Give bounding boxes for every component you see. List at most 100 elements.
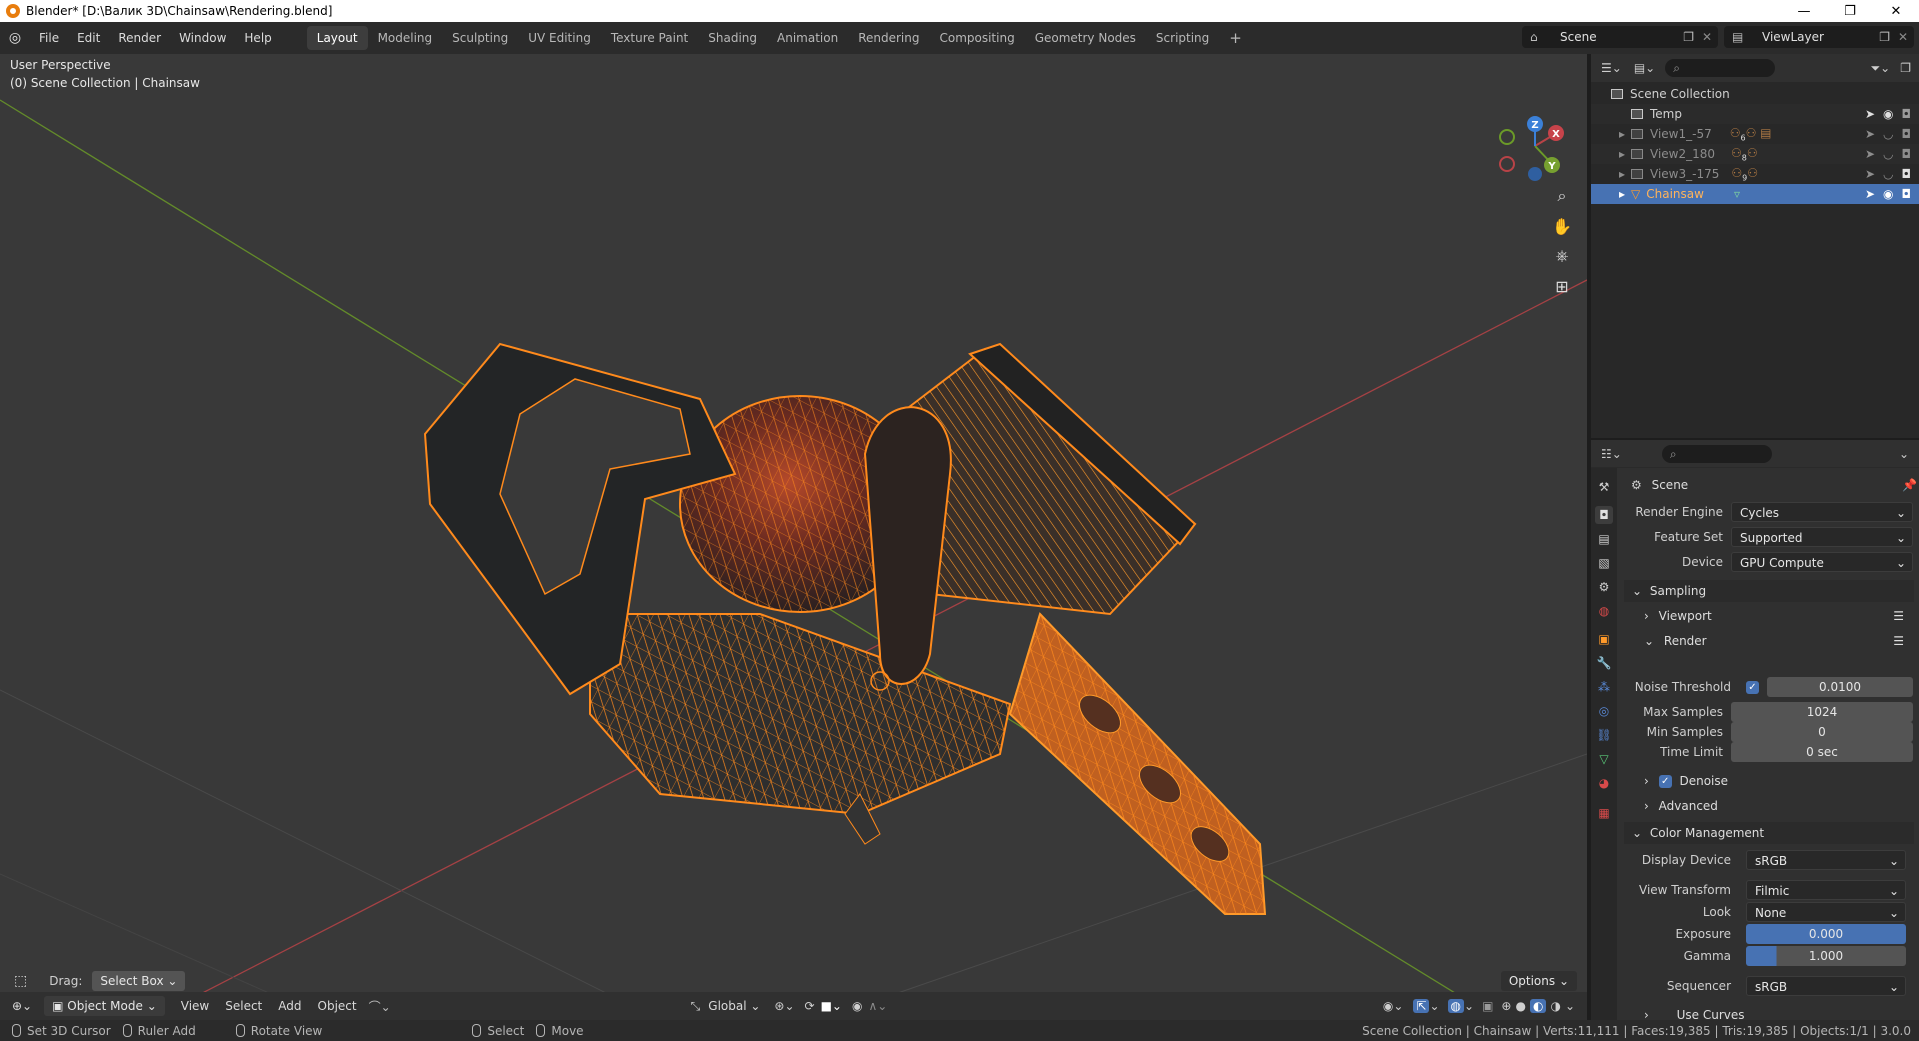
eye-closed-icon[interactable]: ◡ [1883,127,1893,141]
tab-uv-editing[interactable]: UV Editing [518,26,601,50]
gizmo-menu-icon[interactable]: ⌄ [1429,999,1439,1013]
rendered-shading-icon[interactable]: ◑ [1550,999,1560,1013]
tab-sculpting[interactable]: Sculpting [442,26,518,50]
menu-file[interactable]: File [30,26,68,50]
time-limit-field[interactable]: 0 sec [1731,742,1913,762]
expand-arrow-icon[interactable]: ▸ [1619,187,1631,201]
orthographic-grid-icon[interactable]: ⊞ [1548,272,1576,300]
camera-icon[interactable]: ◘ [1902,187,1912,201]
pin-icon[interactable]: 📌 [1902,474,1917,496]
camera-icon[interactable]: ◘ [1902,107,1912,121]
outliner-row-view1[interactable]: ▸ View1_-57 ⚇6⚇ ▤ ➤ ◡ ◘ [1591,124,1919,144]
object-tab-icon[interactable]: ▣ [1595,630,1613,648]
chainsaw-mesh[interactable] [423,342,1267,915]
tab-layout[interactable]: Layout [306,26,368,50]
options-dropdown[interactable]: Options ⌄ [1500,971,1577,991]
selectable-icon[interactable]: ➤ [1865,107,1875,121]
editor-type-icon[interactable]: ⊕⌄ [12,999,32,1013]
add-workspace-button[interactable]: + [1219,26,1252,50]
pan-hand-icon[interactable]: ✋ [1548,212,1576,240]
data-tab-icon[interactable]: ▽ [1595,750,1613,768]
display-device-dropdown[interactable]: sRGB ⌄ [1746,850,1906,870]
camera-icon[interactable]: ◘ [1902,167,1912,181]
sampling-panel-header[interactable]: ⌄ Sampling [1624,580,1914,602]
denoise-checkbox[interactable]: ✓ [1658,775,1672,788]
overlays-menu-icon[interactable]: ⌄ [1464,999,1474,1013]
properties-editor-icon[interactable]: ☷⌄ [1601,447,1622,461]
filter-icon[interactable]: ⏷⌄ [1871,61,1891,76]
min-samples-field[interactable]: 0 [1731,722,1913,742]
menu-view[interactable]: View [173,996,217,1016]
eye-closed-icon[interactable]: ◡ [1883,147,1893,161]
sequencer-dropdown[interactable]: sRGB ⌄ [1746,976,1906,996]
material-shading-icon[interactable]: ◐ [1529,999,1547,1013]
selectable-icon[interactable]: ➤ [1865,187,1875,201]
minimize-button[interactable]: — [1781,4,1827,19]
new-collection-icon[interactable]: ❐ [1900,61,1911,75]
outliner-row-scene-collection[interactable]: Scene Collection [1591,84,1919,104]
wireframe-shading-icon[interactable]: ⊕ [1501,999,1511,1013]
tab-geometry-nodes[interactable]: Geometry Nodes [1025,26,1146,50]
scene-selector[interactable]: ⌂ Scene ❐ ✕ [1522,26,1718,48]
modifier-tab-icon[interactable]: 🔧 [1595,654,1613,672]
3d-viewport[interactable]: X Y Z User Perspective (0) Scene Collect… [0,54,1587,1020]
texture-tab-icon[interactable]: ▦ [1595,804,1613,822]
world-tab-icon[interactable]: ◍ [1595,602,1613,620]
orientation-dropdown[interactable]: Global ⌄ [700,996,768,1016]
outliner-row-temp[interactable]: Temp ➤ ◉ ◘ [1591,104,1919,124]
new-view-layer-icon[interactable]: ❐ [1879,30,1890,44]
tab-rendering[interactable]: Rendering [848,26,929,50]
expand-arrow-icon[interactable]: ▸ [1619,147,1631,161]
color-management-panel-header[interactable]: ⌄ Color Management [1624,822,1914,844]
output-tab-icon[interactable]: ▤ [1595,530,1613,548]
feature-set-dropdown[interactable]: Supported ⌄ [1731,527,1913,547]
denoise-subpanel-header[interactable]: › ✓ Denoise [1624,770,1914,792]
eye-icon[interactable]: ◉ [1883,107,1893,121]
noise-threshold-field[interactable]: 0.0100 [1767,677,1913,697]
expand-arrow-icon[interactable]: ▸ [1619,127,1631,141]
render-tab-icon[interactable]: ◘ [1595,506,1613,524]
eye-icon[interactable]: ◉ [1883,187,1893,201]
view-layer-tab-icon[interactable]: ▧ [1595,554,1613,572]
tab-texture-paint[interactable]: Texture Paint [601,26,698,50]
eye-closed-icon[interactable]: ◡ [1883,167,1893,181]
outliner-row-view2[interactable]: ▸ View2_180 ⚇8⚇ ➤ ◡ ◘ [1591,144,1919,164]
viewport-subpanel-header[interactable]: › Viewport ☰ [1624,605,1914,627]
scene-tab-icon[interactable]: ⚙ [1595,578,1613,596]
use-curves-subpanel-header[interactable]: › Use Curves [1624,1006,1914,1020]
tab-animation[interactable]: Animation [767,26,848,50]
material-tab-icon[interactable]: ◕ [1595,774,1613,792]
zoom-icon[interactable]: ⌕ [1548,182,1576,210]
menu-select[interactable]: Select [217,996,270,1016]
falloff-icon[interactable]: ∧⌄ [868,999,887,1013]
view-transform-dropdown[interactable]: Filmic ⌄ [1746,880,1906,900]
tab-compositing[interactable]: Compositing [929,26,1024,50]
menu-object[interactable]: Object [310,996,365,1016]
proportional-edit-icon[interactable]: ◉ [852,999,862,1013]
close-button[interactable]: ✕ [1873,4,1919,19]
navigation-gizmo[interactable]: X Y Z [1499,116,1564,181]
camera-view-icon[interactable]: ⎈ [1548,242,1576,270]
tool-tab-icon[interactable]: ⚒ [1595,478,1613,496]
noise-threshold-checkbox[interactable]: ✓ [1746,681,1759,694]
mode-dropdown[interactable]: ▣ Object Mode ⌄ [44,996,165,1016]
new-scene-icon[interactable]: ❐ [1683,30,1694,44]
menu-add[interactable]: Add [270,996,309,1016]
outliner-row-view3[interactable]: ▸ View3_-175 ⚇9⚇ ➤ ◡ ◘ [1591,164,1919,184]
selectable-icon[interactable]: ➤ [1865,167,1875,181]
outliner-row-chainsaw[interactable]: ▸ ▽ Chainsaw ▿ ➤ ◉ ◘ [1591,184,1919,204]
camera-icon[interactable]: ◘ [1902,127,1912,141]
render-subpanel-header[interactable]: ⌄ Render ☰ [1624,630,1914,652]
expand-arrow-icon[interactable]: ▸ [1619,167,1631,181]
constraints-tab-icon[interactable]: ⛓ [1595,726,1613,744]
snap-icon[interactable]: ⟳ [805,999,815,1013]
properties-menu-icon[interactable]: ⌄ [1899,447,1909,461]
menu-help[interactable]: Help [235,26,280,50]
advanced-subpanel-header[interactable]: › Advanced [1624,795,1914,817]
select-box-tool-icon[interactable]: ⬚ [14,973,27,989]
solid-shading-icon[interactable]: ● [1515,999,1525,1013]
tab-scripting[interactable]: Scripting [1146,26,1219,50]
delete-view-layer-icon[interactable]: ✕ [1898,30,1908,44]
menu-window[interactable]: Window [170,26,235,50]
exposure-slider[interactable]: 0.000 [1746,924,1906,944]
